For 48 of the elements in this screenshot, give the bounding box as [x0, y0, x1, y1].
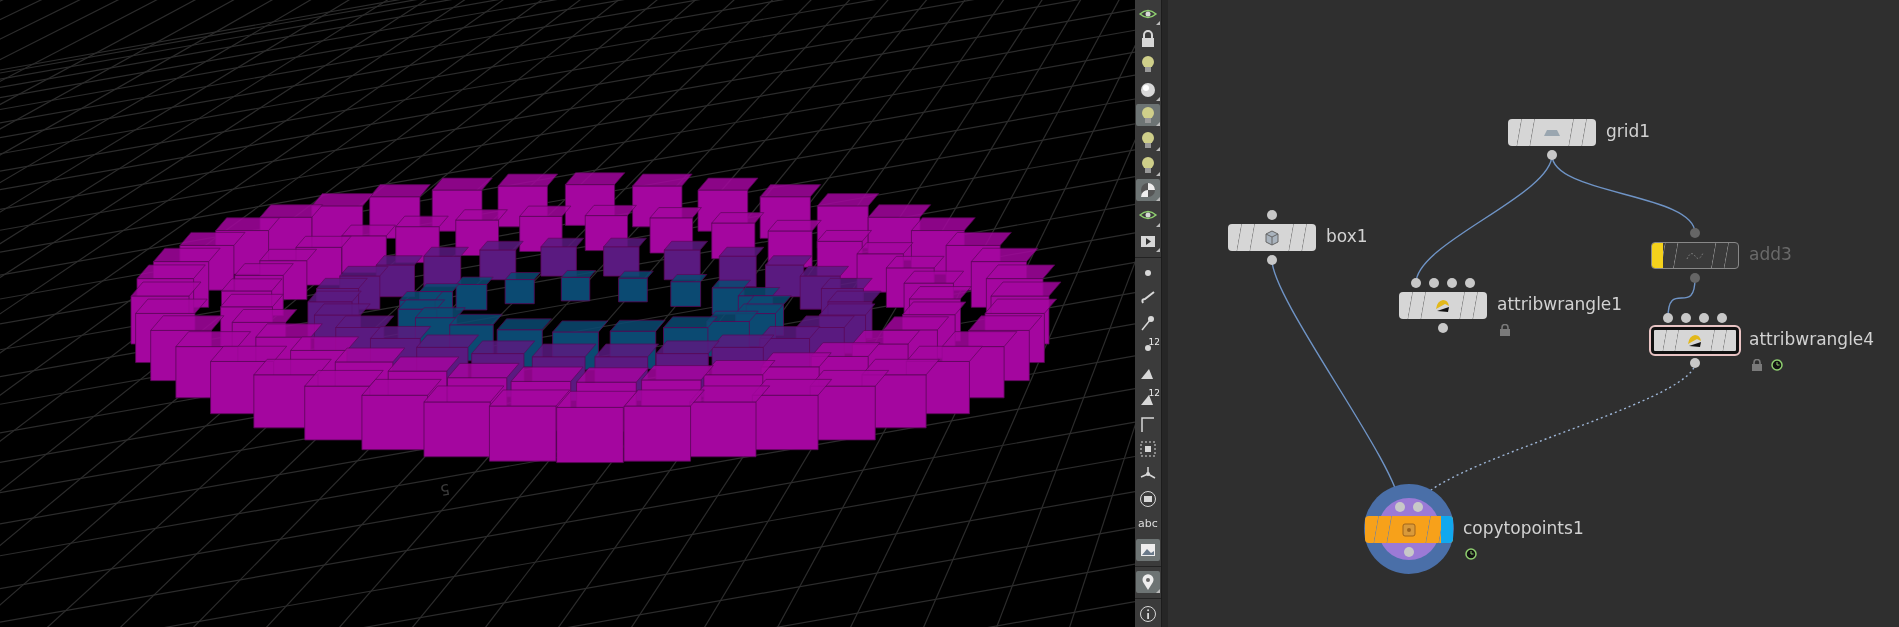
info-icon — [1139, 604, 1157, 623]
network-node[interactable] — [1508, 119, 1596, 146]
input-connector[interactable] — [1267, 210, 1277, 220]
node-name: add3 — [1749, 246, 1792, 263]
dotted-curve-icon — [1686, 251, 1704, 260]
checker-icon — [1139, 181, 1157, 200]
toolbar-button[interactable] — [1136, 538, 1160, 561]
toolbar-button[interactable]: 12 — [1136, 387, 1160, 410]
node-name: attribwrangle1 — [1497, 296, 1623, 313]
output-connector[interactable] — [1547, 150, 1557, 160]
bulb-icon — [1139, 105, 1157, 124]
output-connector[interactable] — [1690, 358, 1700, 368]
clock-icon — [1465, 548, 1477, 560]
node-name: box1 — [1326, 228, 1368, 245]
network-node[interactable] — [1228, 224, 1316, 251]
icon-number: 12 — [1148, 338, 1160, 348]
toolbar-button[interactable]: 12 — [1136, 337, 1160, 360]
lock-icon — [1499, 324, 1511, 336]
needle-icon — [1139, 314, 1157, 333]
corner-icon — [1139, 414, 1157, 433]
input-connector[interactable] — [1690, 228, 1700, 238]
toolbar-button[interactable] — [1136, 179, 1160, 202]
node-name: grid1 — [1606, 123, 1651, 140]
output-connector[interactable] — [1267, 255, 1277, 265]
bulb-icon — [1139, 55, 1157, 74]
lock-icon — [1139, 30, 1157, 49]
toolbar-button[interactable] — [1136, 103, 1160, 126]
grid-label: 5 — [438, 478, 452, 502]
network-node[interactable] — [1399, 292, 1487, 319]
network-node[interactable] — [1651, 327, 1739, 354]
output-connector[interactable] — [1438, 323, 1448, 333]
plane-icon — [1544, 129, 1560, 136]
dot-icon — [1145, 269, 1151, 276]
dot-icon — [1145, 345, 1151, 352]
icon-number: 12 — [1148, 388, 1160, 398]
text-tool-button[interactable]: abc — [1136, 513, 1160, 536]
bulb-icon — [1139, 156, 1157, 175]
grid-icon — [1139, 439, 1157, 458]
clock-icon — [1771, 359, 1783, 371]
node-name: attribwrangle4 — [1749, 331, 1875, 348]
network-node[interactable] — [1651, 242, 1739, 269]
lock-icon — [1751, 359, 1763, 371]
node-name: copytopoints1 — [1463, 520, 1584, 537]
toolbar-button[interactable] — [1136, 570, 1160, 593]
circle-icon — [1139, 490, 1157, 509]
sphere-icon — [1139, 80, 1157, 99]
network-node[interactable] — [1365, 516, 1453, 543]
bulb-icon — [1139, 130, 1157, 149]
